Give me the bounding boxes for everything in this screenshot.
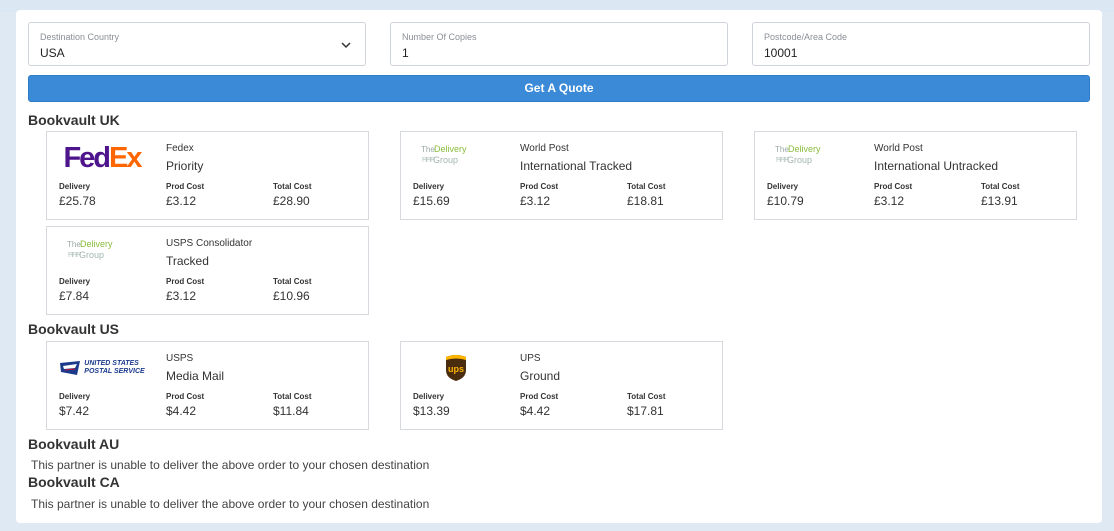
prod-cost: £3.12 [520,194,551,208]
carrier-name: USPS [166,353,194,364]
delivery-label: Delivery [59,182,91,191]
usps-text-line2: POSTAL SERVICE [84,368,145,375]
get-quote-button[interactable]: Get A Quote [28,75,1090,102]
ups-logo-text: ups [448,364,464,374]
total-cost: £28.90 [273,194,310,208]
unavailable-message-ca: This partner is unable to deliver the ab… [31,497,430,511]
delivery-label: Delivery [413,182,445,191]
chevron-down-icon [341,42,351,49]
prod-cost-label: Prod Cost [166,182,205,191]
destination-country-select[interactable]: Destination Country USA [28,22,366,66]
logo-text-group: Group [787,155,813,165]
delivery-label: Delivery [767,182,799,191]
section-title-au: Bookvault AU [28,436,120,452]
total-cost: $11.84 [273,404,309,418]
total-cost-label: Total Cost [273,182,312,191]
carrier-name: USPS Consolidator [166,238,253,249]
delivery-cost: £15.69 [413,194,450,208]
delivery-cost: £7.84 [59,289,90,303]
logo-text-delivery: Delivery [788,144,821,154]
eagle-icon [60,361,81,375]
delivery-label: Delivery [59,277,91,286]
prod-cost-label: Prod Cost [874,182,913,191]
ups-shield-icon: ups [446,355,466,381]
total-cost-label: Total Cost [627,392,666,401]
ups-logo: ups [413,350,499,386]
total-cost-label: Total Cost [627,182,666,191]
total-cost-label: Total Cost [981,182,1020,191]
section-title-us: Bookvault US [28,321,120,337]
service-name: Priority [166,159,204,173]
section-title-uk: Bookvault UK [28,112,120,128]
fedex-logo: FedEx [59,140,145,176]
quote-card-fedex-priority[interactable]: FedEx Fedex Priority Delivery £25.78 Prod… [46,131,369,220]
delivery-cost: $13.39 [413,404,450,418]
delivery-label: Delivery [413,392,445,401]
quote-card-worldpost-tracked[interactable]: The Delivery ĦĦĦ Group World Post Internati… [400,131,723,220]
unavailable-message-au: This partner is unable to deliver the ab… [31,458,430,472]
logo-text-delivery: Delivery [80,239,113,249]
carrier-name: Fedex [166,143,194,154]
prod-cost: $4.42 [520,404,551,418]
logo-text-the: The [67,240,81,249]
total-cost: £18.81 [627,194,664,208]
delivery-group-logo: The Delivery ĦĦĦ Group [767,140,853,176]
logo-text-delivery: Delivery [434,144,467,154]
delivery-group-logo: The Delivery ĦĦĦ Group [59,235,145,271]
fedex-logo-fed: Fed [63,141,111,174]
prod-cost-label: Prod Cost [520,182,559,191]
usps-text-line1: UNITED STATES [84,360,139,368]
logo-text-group: Group [79,250,105,260]
delivery-cost: $7.42 [59,404,90,418]
delivery-cost: £10.79 [767,194,804,208]
quote-card-usps-media-mail[interactable]: UNITED STATES POSTAL SERVICE USPS Media M… [46,341,369,430]
total-cost-label: Total Cost [273,277,312,286]
copies-label: Number Of Copies [402,32,477,42]
prod-cost: £3.12 [874,194,905,208]
logo-text-the: The [775,145,789,154]
service-name: International Untracked [874,159,999,173]
copies-value: 1 [402,46,409,60]
total-cost: £10.96 [273,289,310,303]
logo-text-the: The [421,145,435,154]
section-title-ca: Bookvault CA [28,474,120,490]
delivery-label: Delivery [59,392,91,401]
quote-card-usps-consolidator[interactable]: The Delivery ĦĦĦ Group USPS Consolidator Tr… [46,226,369,315]
copies-field[interactable]: Number Of Copies 1 [390,22,728,66]
quote-card-worldpost-untracked[interactable]: The Delivery ĦĦĦ Group World Post Internati… [754,131,1077,220]
total-cost: $17.81 [627,404,664,418]
postcode-label: Postcode/Area Code [764,32,848,42]
carrier-name: World Post [874,143,923,154]
total-cost-label: Total Cost [273,392,312,401]
carrier-name: UPS [520,353,541,364]
service-name: Media Mail [166,369,225,383]
service-name: Tracked [166,254,209,268]
service-name: International Tracked [520,159,633,173]
quote-card-ups-ground[interactable]: ups UPS Ground Delivery $13.39 Prod Cost $… [400,341,723,430]
prod-cost-label: Prod Cost [520,392,559,401]
carrier-name: World Post [520,143,569,154]
delivery-group-logo: The Delivery ĦĦĦ Group [413,140,499,176]
prod-cost-label: Prod Cost [166,392,205,401]
prod-cost: $4.42 [166,404,197,418]
prod-cost: £3.12 [166,289,197,303]
usps-logo: UNITED STATES POSTAL SERVICE [59,350,145,386]
destination-country-value: USA [40,46,65,60]
delivery-cost: £25.78 [59,194,96,208]
quote-panel: Destination Country USA Number Of Copies… [16,10,1102,523]
logo-text-group: Group [433,155,459,165]
fedex-logo-ex: Ex [109,141,143,174]
prod-cost-label: Prod Cost [166,277,205,286]
postcode-value: 10001 [764,46,798,60]
destination-country-label: Destination Country [40,32,120,42]
prod-cost: £3.12 [166,194,197,208]
service-name: Ground [520,369,561,383]
total-cost: £13.91 [981,194,1018,208]
postcode-field[interactable]: Postcode/Area Code 10001 [752,22,1090,66]
